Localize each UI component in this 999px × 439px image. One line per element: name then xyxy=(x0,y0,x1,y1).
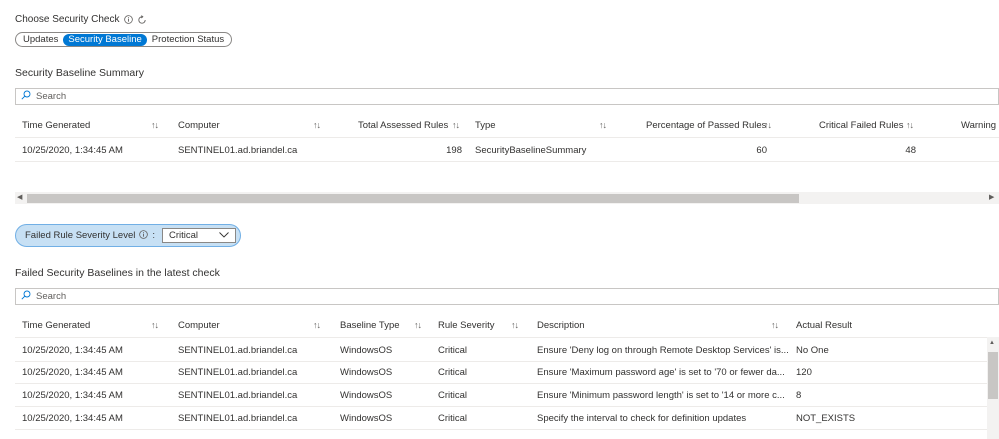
choose-security-check-header: Choose Security Check xyxy=(15,14,147,25)
cell-actual-result: 8 xyxy=(796,390,802,401)
tab-security-baseline[interactable]: Security Baseline xyxy=(63,33,147,46)
column-header-rule-severity[interactable]: Rule Severity xyxy=(438,320,495,331)
severity-filter: Failed Rule Severity Level : Critical xyxy=(15,224,241,247)
sort-icon[interactable]: ↑↓ xyxy=(313,120,321,130)
search-icon xyxy=(21,90,31,103)
cell-rule-severity: Critical xyxy=(438,390,468,401)
column-header-warning-failed[interactable]: Warning Fai xyxy=(961,120,999,131)
cell-baseline-type: WindowsOS xyxy=(340,345,393,356)
column-header-percentage-passed[interactable]: Percentage of Passed Rules xyxy=(646,120,766,131)
failed-search-input[interactable]: Search xyxy=(15,288,999,305)
cell-description: Ensure 'Maximum password age' is set to … xyxy=(537,367,785,378)
sort-icon[interactable]: ↑↓ xyxy=(452,120,460,130)
cell-actual-result: No One xyxy=(796,345,829,356)
cell-actual-result: NOT_EXISTS xyxy=(796,413,856,424)
cell-time-generated: 10/25/2020, 1:34:45 AM xyxy=(22,345,123,356)
cell-type: SecurityBaselineSummary xyxy=(475,145,587,156)
sort-icon[interactable]: ↑↓ xyxy=(764,120,772,130)
cell-description: Ensure 'Minimum password length' is set … xyxy=(537,390,785,401)
cell-total-assessed-rules: 198 xyxy=(446,145,462,156)
sort-icon[interactable]: ↑↓ xyxy=(511,320,519,330)
cell-time-generated: 10/25/2020, 1:34:45 AM xyxy=(22,367,123,378)
cell-baseline-type: WindowsOS xyxy=(340,413,393,424)
failed-baselines-title: Failed Security Baselines in the latest … xyxy=(15,267,220,279)
scroll-left-icon[interactable]: ◀ xyxy=(17,193,22,201)
cell-description: Ensure 'Deny log on through Remote Deskt… xyxy=(537,345,789,356)
row-divider xyxy=(15,361,987,362)
sort-icon[interactable]: ↑↓ xyxy=(771,320,779,330)
row-divider xyxy=(15,406,987,407)
column-header-critical-failed[interactable]: Critical Failed Rules xyxy=(819,120,903,131)
cell-time-generated: 10/25/2020, 1:34:45 AM xyxy=(22,390,123,401)
search-placeholder: Search xyxy=(36,291,67,302)
header-divider xyxy=(15,337,987,338)
vertical-scrollbar-thumb[interactable] xyxy=(988,352,998,399)
cell-rule-severity: Critical xyxy=(438,367,468,378)
horizontal-scrollbar-thumb[interactable] xyxy=(27,194,799,203)
cell-computer: SENTINEL01.ad.briandel.ca xyxy=(178,345,298,356)
cell-computer: SENTINEL01.ad.briandel.ca xyxy=(178,413,298,424)
column-header-type[interactable]: Type xyxy=(475,120,496,131)
cell-time-generated: 10/25/2020, 1:34:45 AM xyxy=(22,145,123,156)
search-placeholder: Search xyxy=(36,91,67,102)
column-header-time-generated[interactable]: Time Generated xyxy=(22,320,90,331)
sort-icon[interactable]: ↑↓ xyxy=(414,320,422,330)
column-header-time-generated[interactable]: Time Generated xyxy=(22,120,90,131)
cell-computer: SENTINEL01.ad.briandel.ca xyxy=(178,390,298,401)
tab-updates[interactable]: Updates xyxy=(18,34,63,46)
cell-baseline-type: WindowsOS xyxy=(340,390,393,401)
severity-filter-separator: : xyxy=(152,230,155,241)
cell-rule-severity: Critical xyxy=(438,345,468,356)
severity-dropdown[interactable]: Critical xyxy=(162,228,236,243)
cell-percentage-passed: 60 xyxy=(756,145,767,156)
sort-icon[interactable]: ↑↓ xyxy=(151,120,159,130)
row-divider xyxy=(15,383,987,384)
sort-icon[interactable]: ↑↓ xyxy=(906,120,914,130)
summary-search-input[interactable]: Search xyxy=(15,88,999,105)
refresh-icon[interactable] xyxy=(137,14,147,25)
severity-filter-label: Failed Rule Severity Level xyxy=(25,230,136,241)
cell-actual-result: 120 xyxy=(796,367,812,378)
row-divider xyxy=(15,161,999,162)
security-check-toggle: Updates Security Baseline Protection Sta… xyxy=(15,32,233,47)
cell-critical-failed: 48 xyxy=(905,145,916,156)
sort-icon[interactable]: ↑↓ xyxy=(313,320,321,330)
search-icon xyxy=(21,290,31,303)
cell-description: Specify the interval to check for defini… xyxy=(537,413,747,424)
column-header-baseline-type[interactable]: Baseline Type xyxy=(340,320,400,331)
info-icon[interactable] xyxy=(123,15,133,24)
summary-title: Security Baseline Summary xyxy=(15,67,144,79)
column-header-computer[interactable]: Computer xyxy=(178,320,220,331)
row-divider xyxy=(15,429,987,430)
column-header-total-assessed-rules[interactable]: Total Assessed Rules xyxy=(358,120,448,131)
tab-protection-status[interactable]: Protection Status xyxy=(147,34,229,46)
column-header-description[interactable]: Description xyxy=(537,320,585,331)
severity-dropdown-value: Critical xyxy=(169,230,199,241)
column-header-actual-result[interactable]: Actual Result xyxy=(796,320,852,331)
scroll-up-icon[interactable]: ▲ xyxy=(989,340,995,346)
sort-icon[interactable]: ↑↓ xyxy=(599,120,607,130)
header-divider xyxy=(15,137,999,138)
cell-computer: SENTINEL01.ad.briandel.ca xyxy=(178,367,298,378)
scroll-right-icon[interactable]: ▶ xyxy=(989,193,994,201)
cell-rule-severity: Critical xyxy=(438,413,468,424)
cell-baseline-type: WindowsOS xyxy=(340,367,393,378)
column-header-computer[interactable]: Computer xyxy=(178,120,220,131)
info-icon[interactable] xyxy=(139,229,149,242)
sort-icon[interactable]: ↑↓ xyxy=(151,320,159,330)
cell-computer: SENTINEL01.ad.briandel.ca xyxy=(178,145,298,156)
chevron-down-icon xyxy=(219,230,229,241)
choose-security-check-label: Choose Security Check xyxy=(15,14,120,25)
cell-time-generated: 10/25/2020, 1:34:45 AM xyxy=(22,413,123,424)
